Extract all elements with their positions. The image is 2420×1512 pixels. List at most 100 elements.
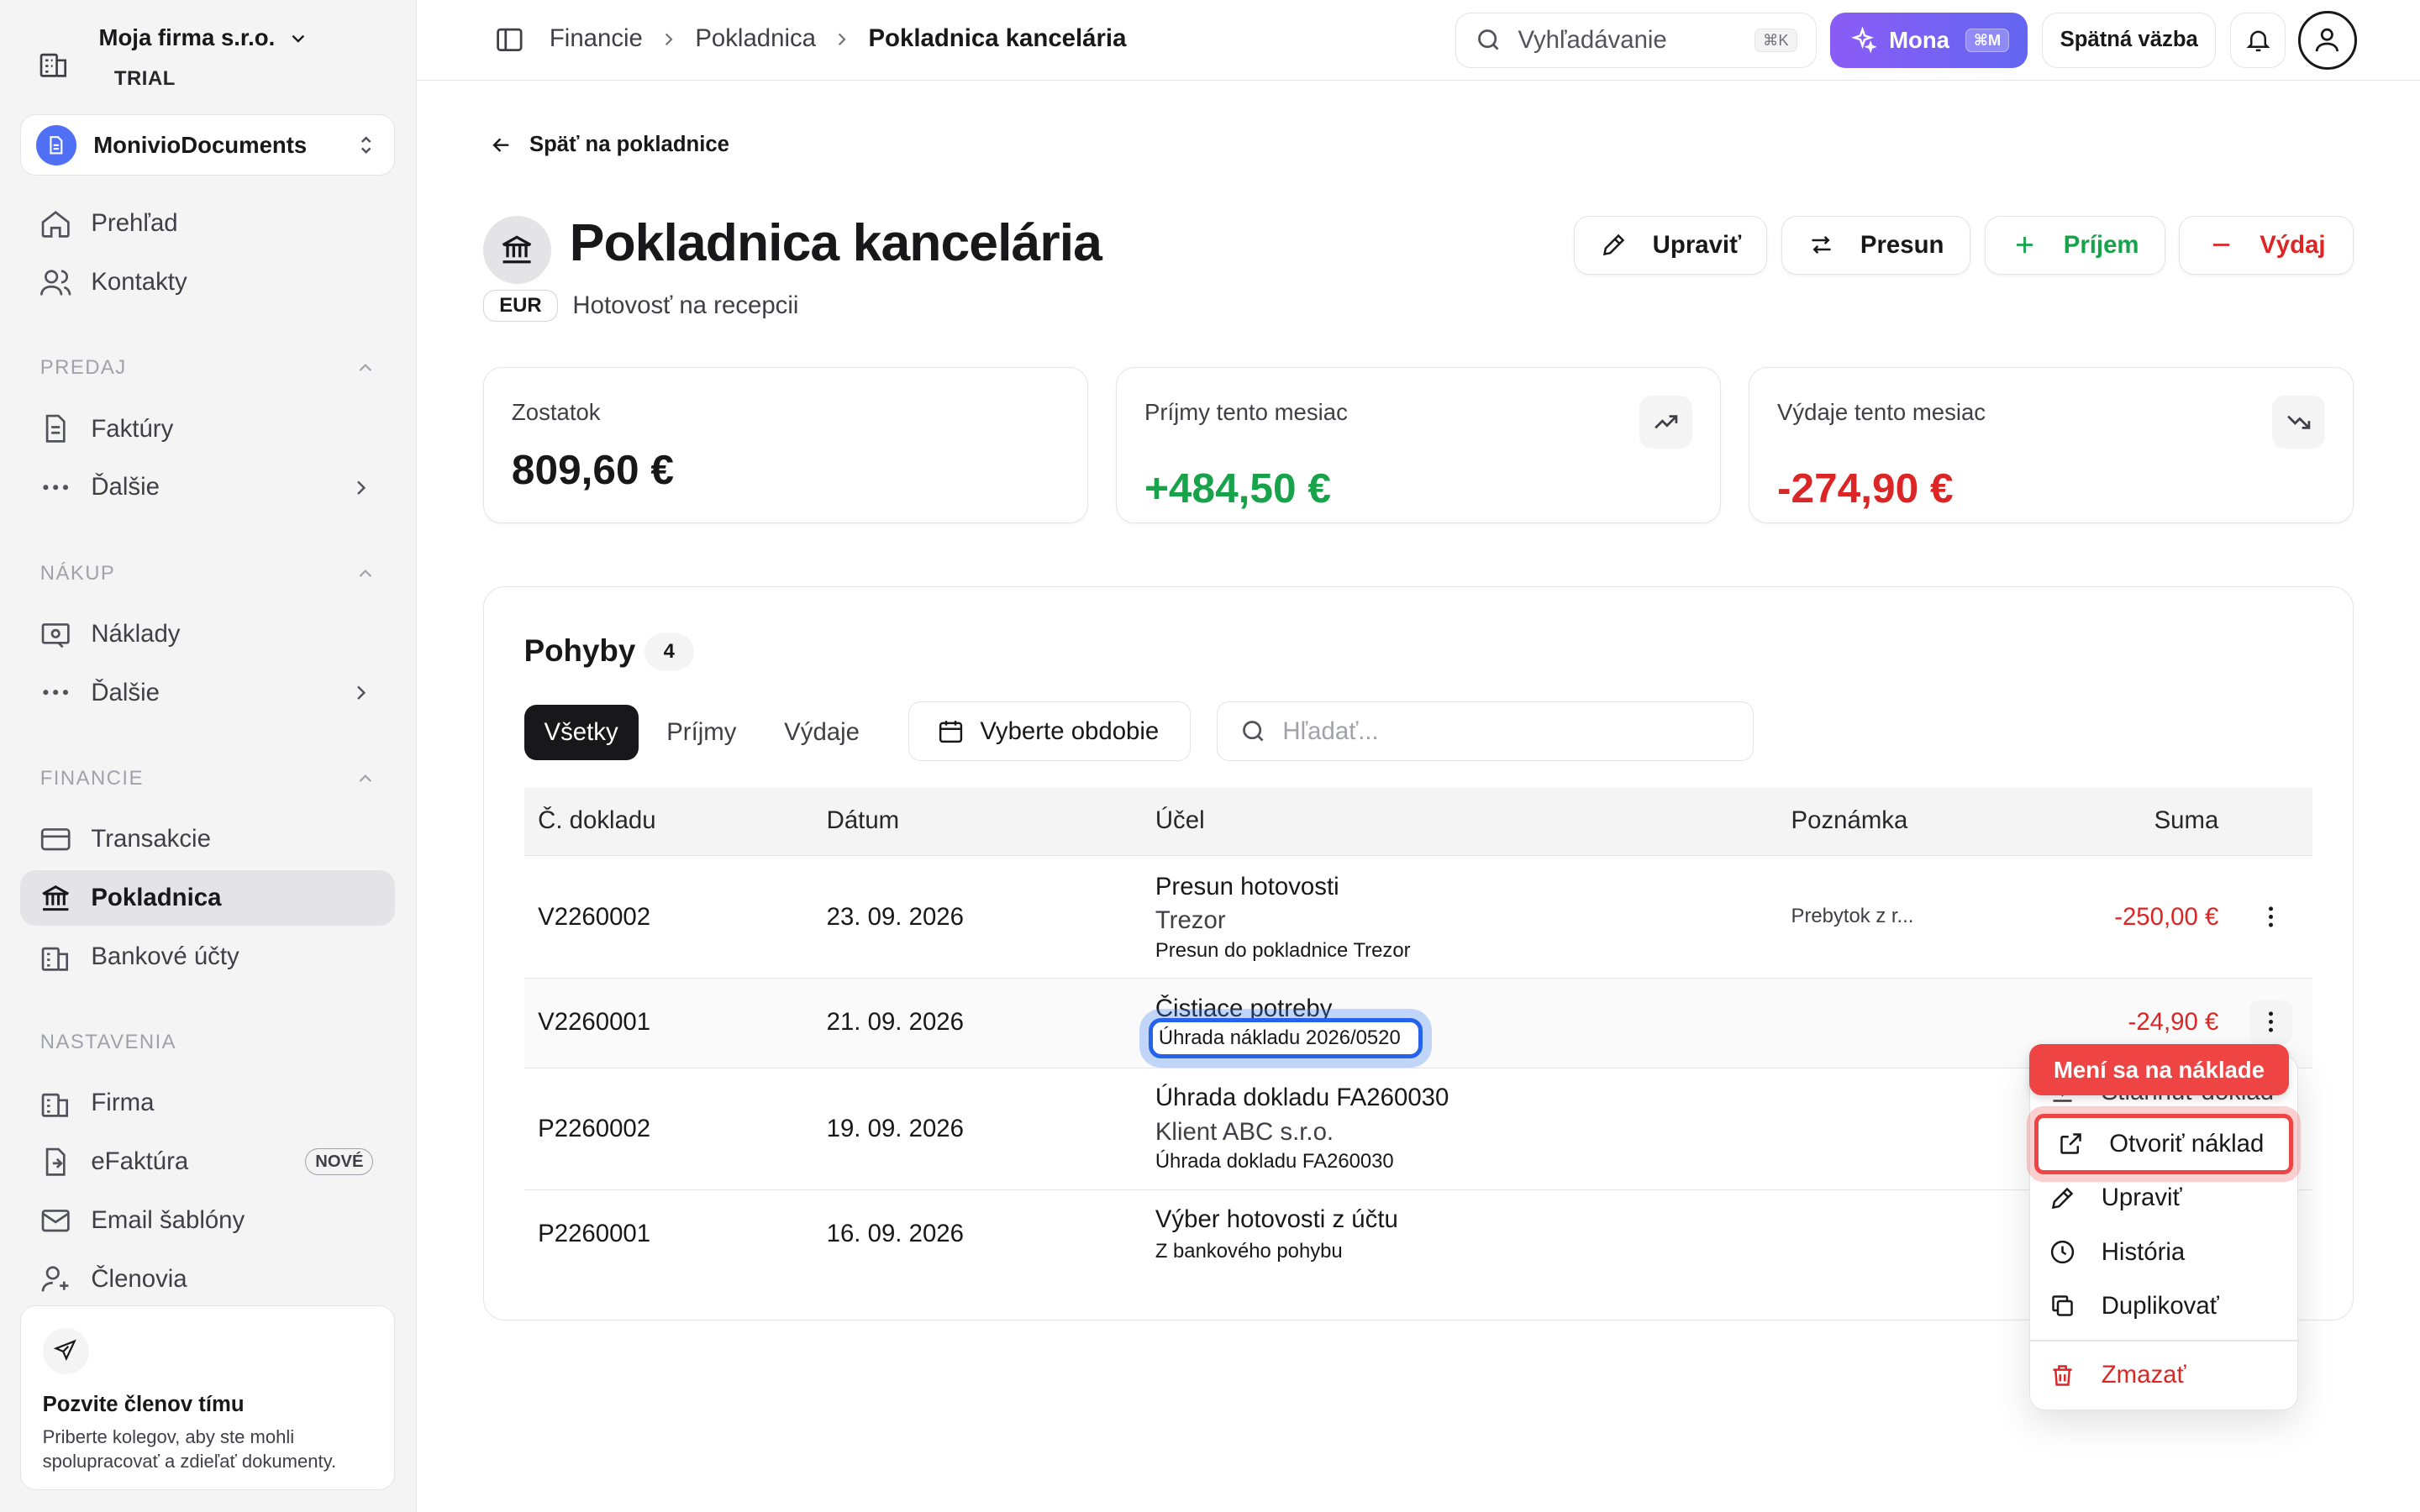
purpose: Presun hotovosti (1155, 872, 1339, 900)
sidebar: Moja firma s.r.o. TRIAL MonivioDocuments… (0, 0, 417, 1512)
amount: -24,90 € (2128, 1008, 2219, 1037)
more-horizontal-icon (43, 485, 68, 491)
period-label: Vyberte obdobie (980, 717, 1160, 745)
expense-card: Výdaje tento mesiac -274,90 € (1748, 367, 2354, 523)
col-purpose[interactable]: Účel (1155, 806, 1205, 835)
expense-label: Výdaj (2260, 231, 2326, 260)
sidebar-item-email-sablony[interactable]: Email šablóny (20, 1193, 395, 1248)
col-amount[interactable]: Suma (2154, 806, 2219, 835)
arrow-left-icon (492, 138, 509, 152)
invoice-icon (45, 415, 66, 444)
menu-item-duplicate[interactable]: Duplikovať (2030, 1280, 2299, 1332)
page-subtitle: Hotovosť na recepcii (572, 291, 799, 320)
avatar[interactable] (2297, 10, 2357, 70)
income-button[interactable]: Príjem (1984, 216, 2165, 275)
sidebar-item-clenovia[interactable]: Členovia (20, 1252, 395, 1307)
sidebar-item-label: Ďalšie (91, 678, 160, 706)
invite-text: Priberte kolegov, aby ste mohli spolupra… (42, 1425, 337, 1473)
section-nakup[interactable]: NÁKUP (40, 562, 376, 585)
section-predaj[interactable]: PREDAJ (40, 356, 376, 380)
feedback-button[interactable]: Spätná väzba (2041, 12, 2217, 68)
expense-value: -274,90 € (1777, 465, 1954, 512)
chevron-right-icon (357, 480, 366, 495)
sidebar-item-firma[interactable]: Firma (20, 1075, 395, 1131)
description: Z bankového pohybu (1155, 1239, 1343, 1263)
sidebar-item-label: Pokladnica (91, 883, 222, 911)
col-doc[interactable]: Č. dokladu (538, 806, 655, 835)
org-switcher[interactable]: Moja firma s.r.o. TRIAL (37, 22, 309, 91)
sidebar-item-efaktura[interactable]: eFaktúra NOVÉ (20, 1134, 395, 1189)
col-note[interactable]: Poznámka (1791, 806, 1908, 835)
menu-item-delete[interactable]: Zmazať (2030, 1349, 2299, 1401)
sidebar-item-dalsie-predaj[interactable]: Ďalšie (20, 459, 395, 515)
amount: -250,00 € (2114, 903, 2219, 932)
back-link[interactable]: Späť na pokladnice (489, 133, 729, 157)
search-placeholder: Hľadať... (1282, 717, 1379, 745)
sidebar-item-prehlad[interactable]: Prehľad (20, 196, 395, 251)
sidebar-item-label: Email šablóny (91, 1205, 245, 1234)
bell-icon (2246, 30, 2270, 52)
doc-number: P2260002 (538, 1115, 651, 1143)
doc-number: P2260001 (538, 1219, 651, 1247)
sidebar-item-label: eFaktúra (91, 1147, 189, 1176)
menu-divider (2030, 1340, 2299, 1342)
menu-item-history[interactable]: História (2030, 1226, 2299, 1278)
org-name: Moja firma s.r.o. (98, 24, 276, 51)
sidebar-item-transakcie[interactable]: Transakcie (20, 811, 395, 867)
sidebar-item-label: Firma (91, 1089, 155, 1117)
menu-label: Upraviť (2101, 1184, 2182, 1212)
row-context-menu: Stiahnuť doklad Upraviť História Dupliko… (2029, 1055, 2299, 1410)
workspace-switcher[interactable]: MonivioDocuments (19, 113, 396, 176)
sidebar-item-kontakty[interactable]: Kontakty (20, 255, 395, 310)
movements-search-input[interactable]: Hľadať... (1217, 701, 1754, 762)
period-picker[interactable]: Vyberte obdobie (908, 701, 1192, 762)
tab-vydaje[interactable]: Výdaje (768, 705, 876, 760)
back-label: Späť na pokladnice (529, 133, 729, 157)
sidebar-item-dalsie-nakup[interactable]: Ďalšie (20, 665, 395, 721)
sidebar-toggle-icon[interactable] (494, 24, 525, 55)
new-badge: NOVÉ (305, 1147, 374, 1176)
transfer-button[interactable]: Presun (1781, 216, 1971, 275)
sidebar-item-label: Prehľad (91, 209, 178, 238)
notifications-button[interactable] (2230, 12, 2286, 68)
row-menu-button[interactable] (2249, 1000, 2293, 1044)
menu-item-open-expense[interactable]: Otvoriť náklad (2033, 1114, 2294, 1174)
balance-label: Zostatok (511, 398, 601, 425)
file-export-icon (45, 1147, 66, 1176)
sidebar-item-faktury[interactable]: Faktúry (20, 402, 395, 457)
doc-number: V2260001 (538, 1008, 651, 1037)
col-date[interactable]: Dátum (827, 806, 900, 835)
document-icon (36, 124, 76, 165)
currency-badge: EUR (482, 290, 558, 322)
description-highlight[interactable]: Úhrada nákladu 2026/0520 (1148, 1018, 1423, 1058)
pencil-icon (1603, 234, 1625, 256)
global-search[interactable]: Vyhľadávanie ⌘K (1455, 12, 1817, 68)
expense-button[interactable]: Výdaj (2179, 216, 2354, 275)
invite-card[interactable]: Pozvite členov tímu Priberte kolegov, ab… (19, 1305, 396, 1491)
building-icon (41, 1093, 68, 1117)
sidebar-item-label: Bankové účty (91, 942, 239, 970)
sidebar-item-pokladnica[interactable]: Pokladnica (19, 869, 396, 926)
tab-vsetky[interactable]: Všetky (523, 704, 639, 760)
arrows-left-right-icon (1812, 236, 1832, 255)
tab-prijmy[interactable]: Príjmy (650, 705, 752, 760)
menu-item-edit[interactable]: Upraviť (2030, 1172, 2299, 1224)
breadcrumb-pokladnica[interactable]: Pokladnica (695, 24, 816, 53)
table-row[interactable]: V2260002 23. 09. 2026 Presun hotovosti T… (523, 857, 2313, 979)
edit-label: Upraviť (1652, 231, 1742, 260)
balance-value: 809,60 € (511, 445, 674, 493)
row-menu-button[interactable] (2249, 895, 2292, 938)
invite-title: Pozvite členov tímu (42, 1392, 245, 1416)
sidebar-item-label: Členovia (91, 1264, 187, 1293)
mona-button[interactable]: Mona ⌘M (1830, 12, 2028, 68)
edit-button[interactable]: Upraviť (1574, 216, 1767, 275)
table-header: Č. dokladu Dátum Účel Poznámka Suma (523, 787, 2313, 856)
section-financie[interactable]: FINANCIE (40, 767, 376, 790)
receipt-icon (41, 622, 70, 648)
purpose: Výber hotovosti z účtu (1155, 1205, 1398, 1234)
movements-title: Pohyby (523, 633, 636, 669)
breadcrumb-financie[interactable]: Financie (550, 24, 643, 53)
sidebar-item-bankove-ucty[interactable]: Bankové účty (20, 929, 395, 984)
purpose: Úhrada dokladu FA260030 (1155, 1084, 1449, 1112)
sidebar-item-naklady[interactable]: Náklady (20, 606, 395, 662)
